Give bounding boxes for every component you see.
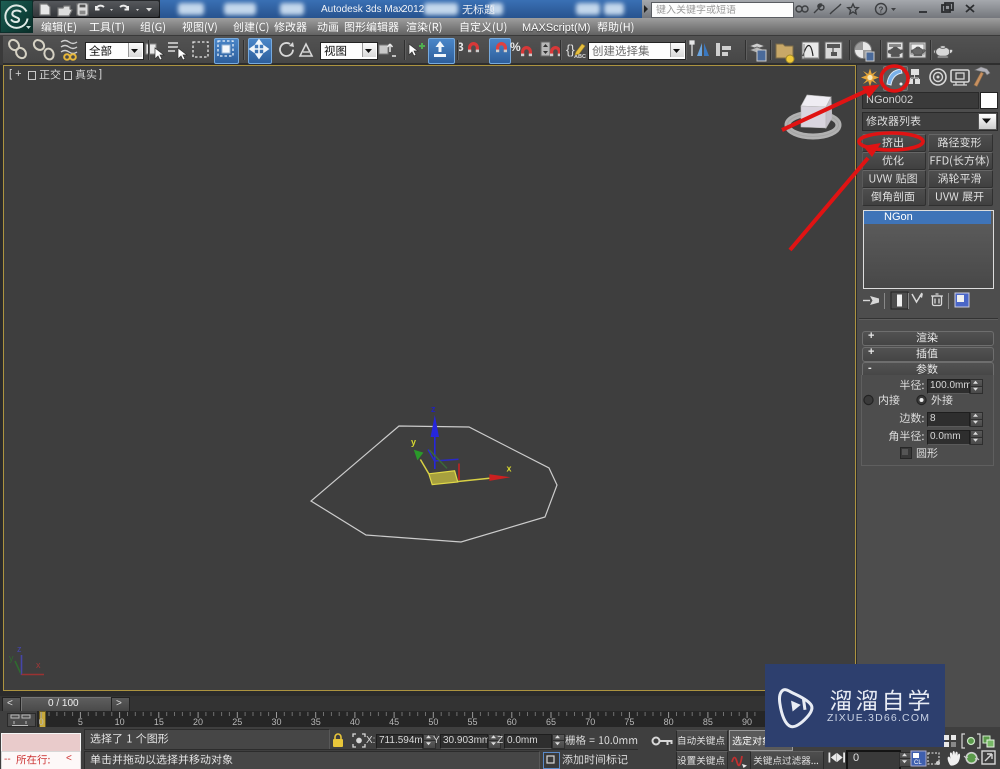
svg-text:x: x (36, 660, 41, 670)
svg-text:?: ? (879, 6, 884, 15)
svg-text:y: y (9, 653, 14, 663)
svg-text:CL: CL (914, 760, 922, 766)
svg-text:y: y (411, 437, 416, 447)
svg-text:x: x (507, 464, 512, 474)
svg-text:z: z (17, 644, 22, 654)
svg-text:z: z (431, 404, 436, 414)
svg-text:{}: {} (566, 42, 575, 57)
